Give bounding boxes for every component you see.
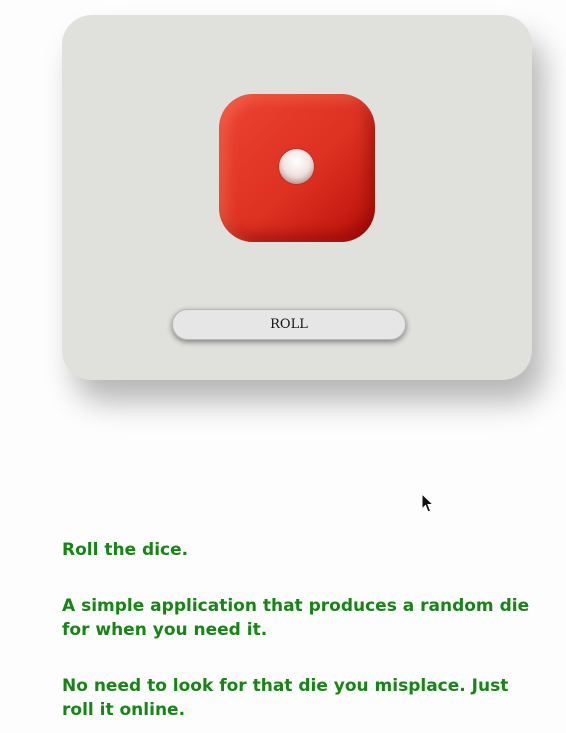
description-paragraph: A simple application that produces a ran…	[62, 596, 530, 640]
dice-card: ROLL	[62, 15, 532, 380]
mouse-pointer-icon	[421, 493, 435, 513]
description-paragraph: No need to look for that die you misplac…	[62, 676, 509, 720]
die-pip	[279, 149, 314, 184]
die	[219, 94, 375, 242]
description-title: Roll the dice.	[62, 540, 189, 560]
roll-button[interactable]: ROLL	[172, 309, 406, 340]
